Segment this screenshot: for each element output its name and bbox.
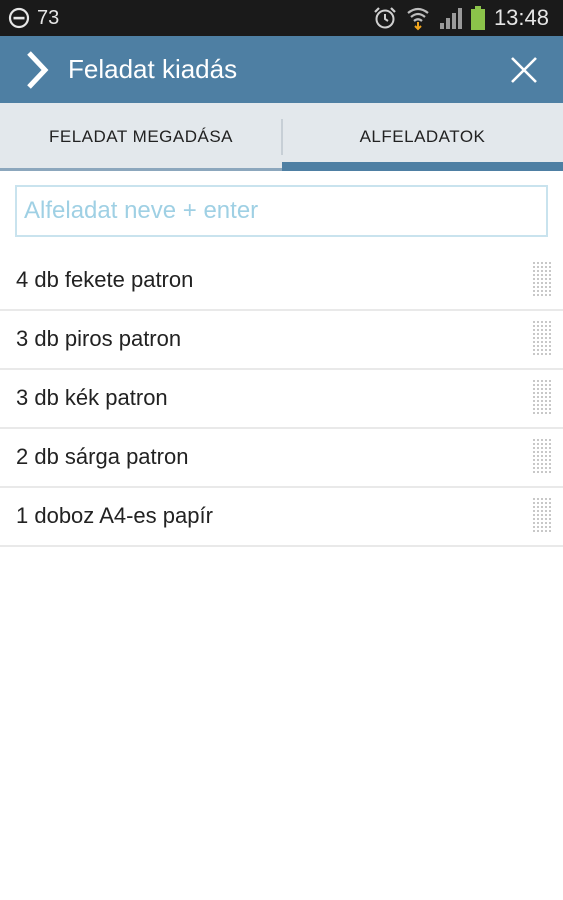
status-time: 13:48: [493, 5, 549, 30]
subtask-label: 3 db piros patron: [16, 326, 182, 351]
subtask-list: 4 db fekete patron 3 db piros patron 3 d…: [0, 252, 563, 547]
status-bar: 73 13:48: [0, 0, 563, 36]
signal-icon: [439, 8, 462, 29]
battery-icon: [470, 6, 485, 30]
drag-handle-icon[interactable]: [533, 262, 553, 296]
notification-count: 73: [37, 6, 60, 29]
tab-bar: FELADAT MEGADÁSA ALFELADATOK: [0, 103, 563, 171]
list-item[interactable]: 3 db piros patron: [0, 311, 563, 370]
page-title: Feladat kiadás: [68, 54, 238, 84]
subtask-label: 2 db sárga patron: [16, 444, 189, 469]
subtask-label: 3 db kék patron: [16, 385, 168, 410]
tab-feladat-megadasa[interactable]: FELADAT MEGADÁSA: [0, 103, 282, 171]
list-item[interactable]: 3 db kék patron: [0, 370, 563, 429]
drag-handle-icon[interactable]: [533, 321, 553, 355]
tab-indicator-active: [282, 162, 563, 171]
tab-indicator-inactive: [0, 168, 282, 171]
drag-handle-icon[interactable]: [533, 498, 553, 532]
tab-alfeladatok[interactable]: ALFELADATOK: [282, 103, 563, 171]
subtask-label: 4 db fekete patron: [16, 267, 194, 292]
app-bar: Feladat kiadás: [0, 36, 563, 103]
status-bar-left: 73: [8, 5, 59, 31]
list-item[interactable]: 1 doboz A4-es papír: [0, 488, 563, 547]
do-not-disturb-icon: [8, 7, 30, 29]
drag-handle-icon[interactable]: [533, 380, 553, 414]
list-item[interactable]: 2 db sárga patron: [0, 429, 563, 488]
alarm-icon: [374, 7, 396, 29]
subtask-name-input[interactable]: [15, 185, 548, 237]
wifi-icon: [407, 7, 429, 31]
subtask-label: 1 doboz A4-es papír: [16, 503, 213, 528]
status-bar-right: 13:48: [372, 4, 549, 32]
list-item[interactable]: 4 db fekete patron: [0, 252, 563, 311]
close-icon[interactable]: [509, 55, 539, 85]
chevron-right-icon[interactable]: [24, 50, 50, 90]
drag-handle-icon[interactable]: [533, 439, 553, 473]
